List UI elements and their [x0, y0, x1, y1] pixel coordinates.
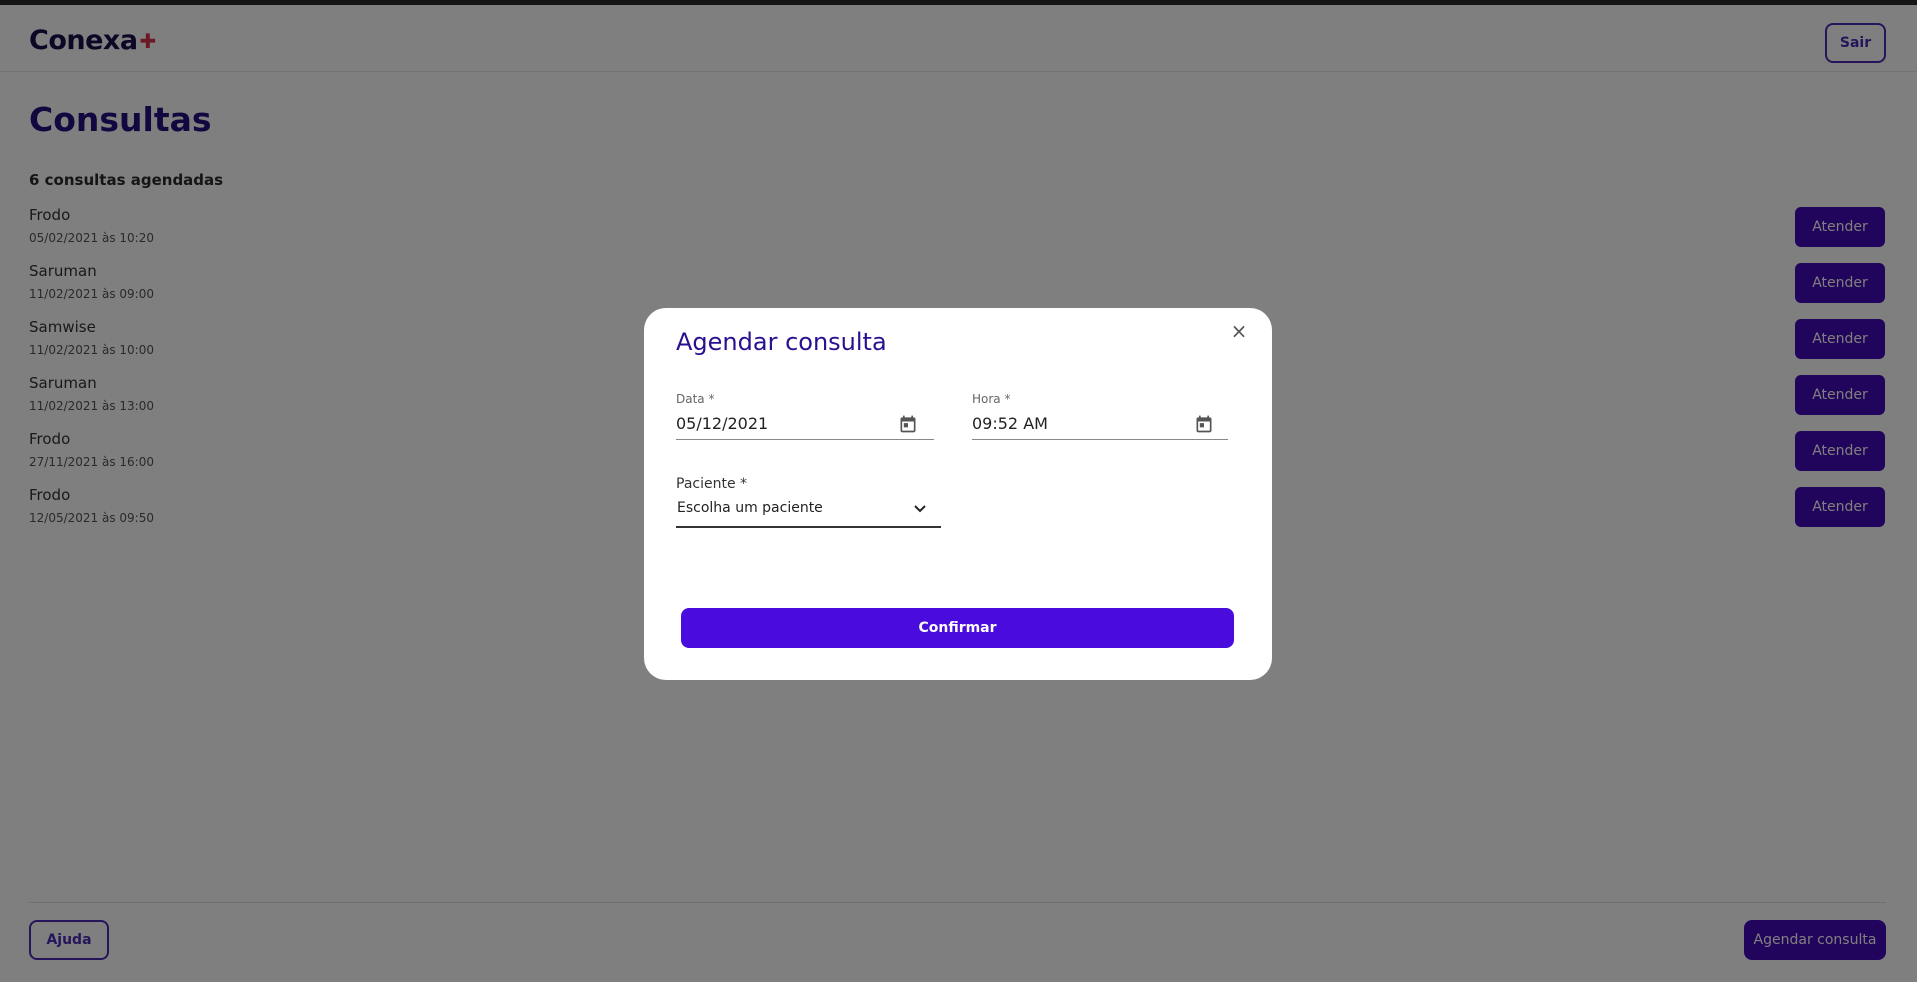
- date-label: Data *: [676, 392, 715, 406]
- patient-select[interactable]: Escolha um paciente: [677, 500, 823, 516]
- time-input[interactable]: 09:52 AM: [972, 414, 1048, 433]
- chevron-down-icon[interactable]: [912, 500, 928, 516]
- confirm-button[interactable]: Confirmar: [681, 608, 1234, 648]
- date-input[interactable]: 05/12/2021: [676, 414, 768, 433]
- date-underline: [676, 439, 934, 440]
- calendar-icon[interactable]: [1194, 414, 1214, 434]
- patient-underline: [676, 526, 941, 528]
- calendar-icon[interactable]: [898, 414, 918, 434]
- modal-title: Agendar consulta: [676, 328, 887, 356]
- time-underline: [972, 439, 1228, 440]
- time-label: Hora *: [972, 392, 1011, 406]
- schedule-modal: Agendar consulta × Data * 05/12/2021 Hor…: [644, 308, 1272, 680]
- close-icon[interactable]: ×: [1228, 320, 1250, 342]
- patient-label: Paciente *: [676, 476, 748, 492]
